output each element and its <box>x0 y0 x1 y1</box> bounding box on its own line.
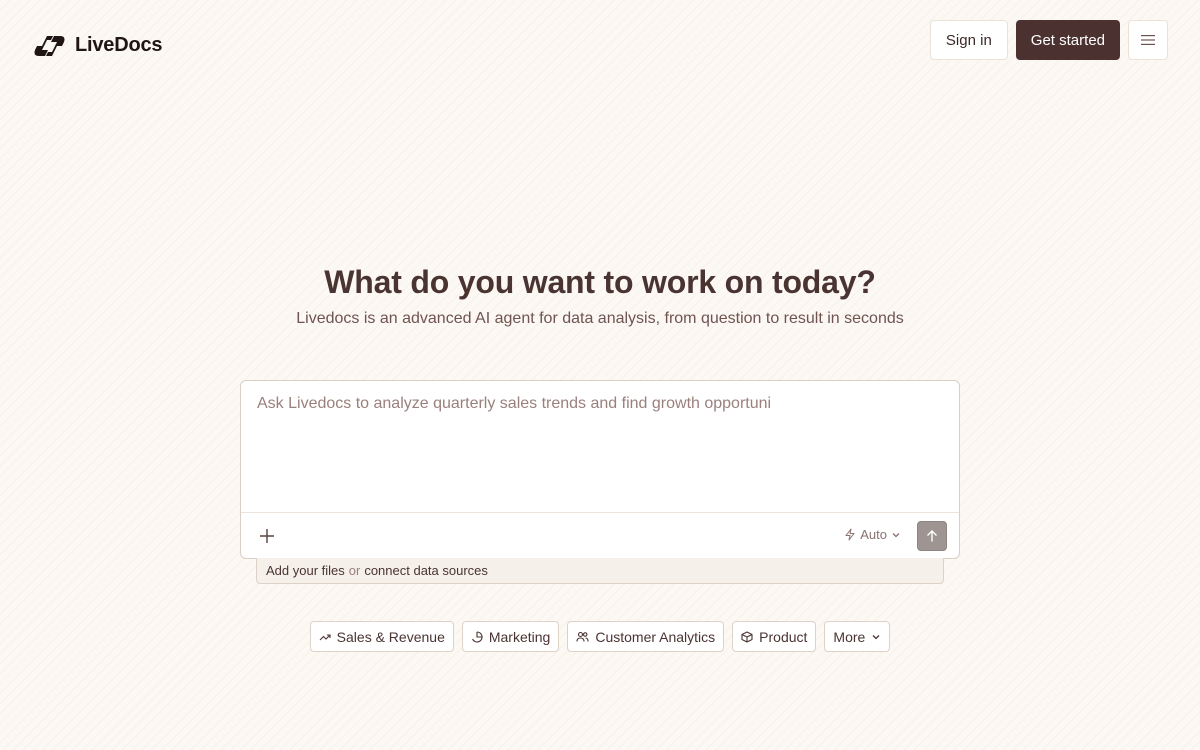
chip-product[interactable]: Product <box>732 621 817 652</box>
chip-more[interactable]: More <box>824 621 891 652</box>
chevron-down-icon <box>872 634 880 639</box>
menu-button[interactable] <box>1128 20 1168 60</box>
chip-customer-analytics[interactable]: Customer Analytics <box>567 621 725 652</box>
chip-label: Sales & Revenue <box>336 628 445 645</box>
site-header: LiveDocs Sign in Get started <box>0 0 1200 80</box>
connect-data-sources-link[interactable]: connect data sources <box>364 563 488 578</box>
hero-subtitle: Livedocs is an advanced AI agent for dat… <box>296 310 904 327</box>
chip-label: Product <box>759 628 808 645</box>
sign-in-button[interactable]: Sign in <box>929 20 1008 60</box>
prompt-box: Auto <box>240 380 960 559</box>
get-started-button[interactable]: Get started <box>1015 20 1120 60</box>
box-icon <box>741 630 753 643</box>
prompt-input[interactable] <box>241 381 959 512</box>
add-files-link[interactable]: Add your files <box>266 563 345 578</box>
chip-label: More <box>833 628 866 645</box>
brand-logo[interactable]: LiveDocs <box>33 34 163 57</box>
chip-marketing[interactable]: Marketing <box>461 621 560 652</box>
hamburger-menu-icon <box>1141 35 1155 45</box>
sources-or-text: or <box>348 563 361 578</box>
trending-up-icon <box>319 633 331 640</box>
plus-icon <box>260 529 274 543</box>
livedocs-logo-icon <box>34 35 65 56</box>
lightning-icon <box>845 528 855 541</box>
chip-sales-revenue[interactable]: Sales & Revenue <box>309 621 454 652</box>
data-sources-bar: Add your files or connect data sources <box>256 558 944 584</box>
brand-name: LiveDocs <box>75 34 163 56</box>
mode-select[interactable]: Auto <box>844 527 901 542</box>
category-chips: Sales & Revenue Marketing Customer Analy… <box>0 621 1200 652</box>
users-icon <box>576 631 589 642</box>
send-button[interactable] <box>917 521 947 551</box>
chip-label: Marketing <box>488 628 551 645</box>
pie-chart-icon <box>471 630 483 643</box>
header-actions: Sign in Get started <box>929 20 1168 60</box>
arrow-up-icon <box>927 530 937 542</box>
chip-label: Customer Analytics <box>595 628 716 645</box>
add-attachment-button[interactable] <box>255 524 279 548</box>
chevron-down-icon <box>892 532 900 537</box>
hero-title: What do you want to work on today? <box>324 264 876 300</box>
mode-label: Auto <box>860 527 887 542</box>
prompt-toolbar: Auto <box>241 512 959 558</box>
